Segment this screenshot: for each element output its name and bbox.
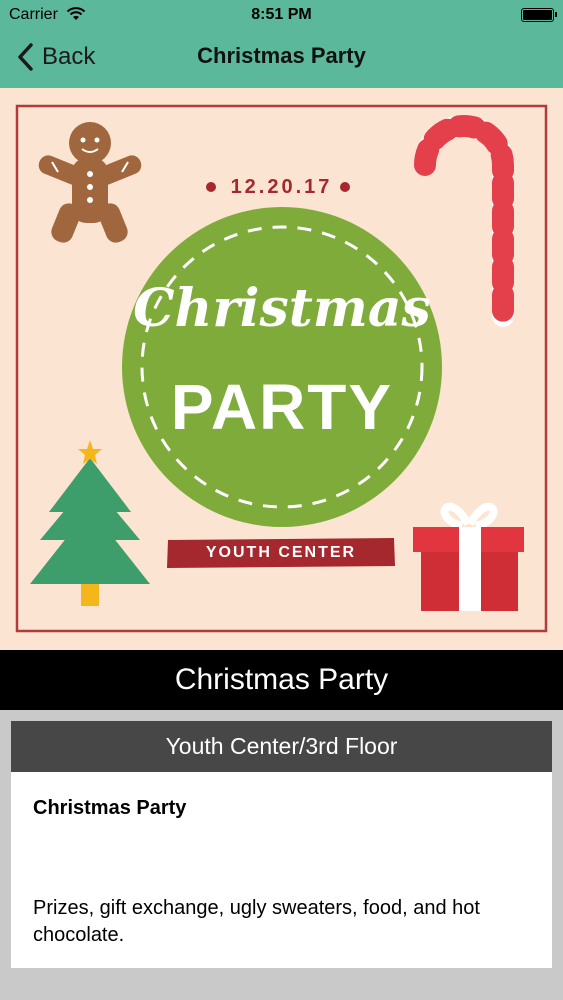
candy-cane-icon: [414, 115, 514, 327]
poster-party-title: PARTY: [170, 371, 394, 443]
poster-venue-label: YOUTH CENTER: [205, 544, 357, 561]
event-name: Christmas Party: [33, 797, 187, 819]
poster-artwork: [15, 104, 548, 633]
event-poster-image: 12.20.17 Christmas PARTY YOUTH CENTER: [0, 88, 563, 650]
title-circle: [122, 207, 442, 527]
poster-date: 12.20.17: [230, 176, 333, 198]
gift-box-icon: [413, 502, 524, 611]
navigation-bar: Carrier 8:51 PM Back Christmas Party: [0, 0, 563, 88]
event-description: Prizes, gift exchange, ugly sweaters, fo…: [33, 897, 480, 946]
event-caption: Christmas Party: [0, 650, 563, 710]
chevron-left-icon: [18, 43, 33, 71]
event-location: Youth Center/3rd Floor: [11, 721, 552, 772]
christmas-tree-icon: [30, 440, 150, 606]
back-button[interactable]: Back: [16, 40, 95, 74]
battery-icon: [521, 8, 557, 22]
status-time: 8:51 PM: [251, 6, 312, 23]
status-bar: Carrier 8:51 PM: [0, 0, 563, 30]
event-details-card: Youth Center/3rd Floor Christmas Party P…: [11, 721, 552, 968]
poster-script-title: Christmas: [133, 278, 431, 339]
back-label: Back: [42, 43, 96, 70]
